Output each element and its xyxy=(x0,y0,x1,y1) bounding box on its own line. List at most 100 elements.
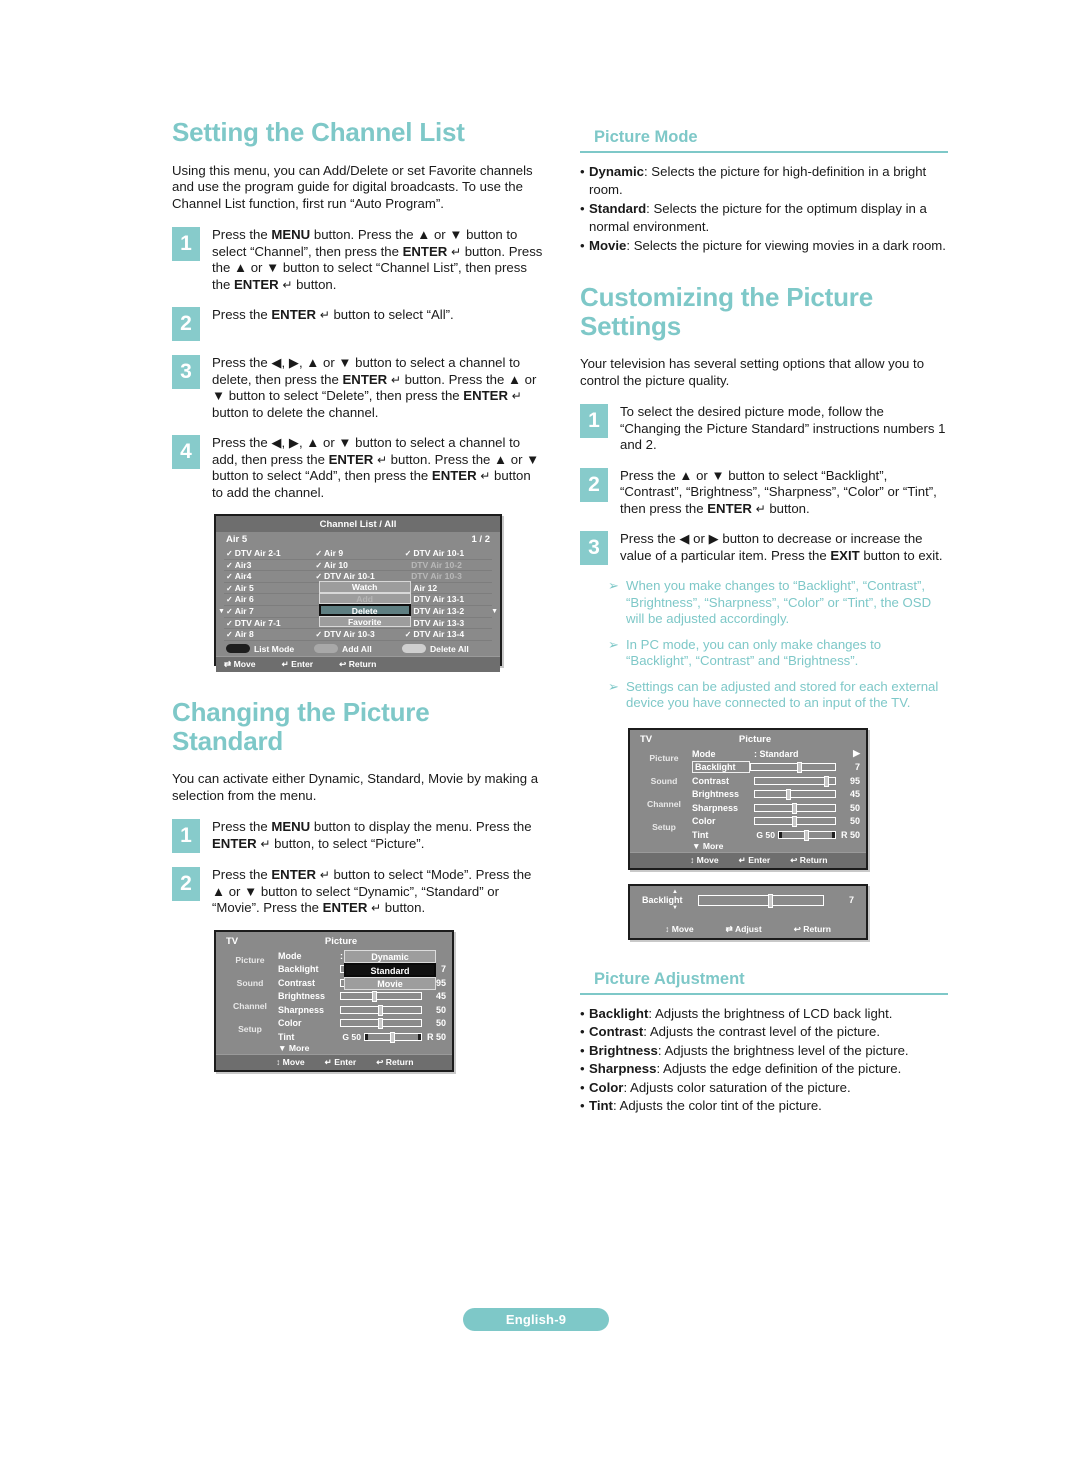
osd-slider[interactable] xyxy=(754,775,836,787)
channel-label: Air 5 xyxy=(234,582,254,593)
osd-row-brightness[interactable]: Brightness 45 xyxy=(278,989,446,1003)
osd-slider-knob[interactable] xyxy=(378,1004,383,1016)
osd-slider-knob[interactable] xyxy=(824,775,829,787)
osd-row-prefix: G 50 xyxy=(756,829,775,840)
channel-row[interactable]: ✓DTV Air 13-2 xyxy=(402,606,492,618)
definition-item: • Standard: Selects the picture for the o… xyxy=(580,200,948,237)
channel-row[interactable]: ✓ Air3 xyxy=(224,560,314,572)
channel-row[interactable]: DTV Air 10-2 xyxy=(402,560,492,572)
right-column: Picture Mode • Dynamic: Selects the pictu… xyxy=(580,128,948,1116)
osd-row-brightness[interactable]: Brightness 45 xyxy=(692,787,860,801)
up-arrow-icon: ▲ xyxy=(672,889,678,896)
osd-slider-knob[interactable] xyxy=(796,762,802,774)
context-menu-item-add[interactable]: Add xyxy=(318,592,411,605)
osd-slider[interactable] xyxy=(750,762,836,774)
channel-row[interactable]: ✓ Air 8 xyxy=(224,629,314,641)
osd-sidebar-item-sound[interactable]: Sound xyxy=(222,972,278,995)
osd-slider[interactable] xyxy=(754,802,836,814)
channel-row[interactable]: ✓ Air 9 xyxy=(313,548,403,560)
channel-label: Air 10 xyxy=(324,559,348,570)
context-menu-item-favorite[interactable]: Favorite xyxy=(318,615,411,628)
mode-dropdown-popup[interactable]: Dynamic Standard Movie xyxy=(344,949,436,991)
color-key-delete-all[interactable]: Delete All xyxy=(401,644,490,654)
osd-sidebar-item-setup[interactable]: Setup xyxy=(636,816,692,839)
osd-slider-knob[interactable] xyxy=(786,789,792,801)
osd-row-backlight[interactable]: Backlight 7 xyxy=(692,760,860,774)
osd-row-contrast[interactable]: Contrast 95 xyxy=(692,774,860,788)
osd-sidebar-item-sound[interactable]: Sound xyxy=(636,770,692,793)
channel-row[interactable]: ✓Air 12 xyxy=(402,583,492,595)
channel-row[interactable]: ✓ Air 7 xyxy=(224,606,314,618)
definition-term: Backlight xyxy=(589,1005,649,1021)
osd-row-tint[interactable]: Tint G 50 R 50 xyxy=(692,828,860,842)
osd-slider[interactable] xyxy=(340,991,422,1003)
context-menu-item-delete[interactable]: Delete xyxy=(318,604,411,616)
page-title-changing-picture-standard: Changing the Picture Standard xyxy=(172,697,430,756)
osd-row-value: 50 xyxy=(435,1018,446,1029)
channel-row[interactable]: ✓DTV Air 13-1 xyxy=(402,594,492,607)
mode-option-standard[interactable]: Standard xyxy=(344,963,436,977)
channel-row[interactable]: ✓ Air 10 xyxy=(313,559,403,572)
osd-sidebar-item-channel[interactable]: Channel xyxy=(636,793,692,816)
osd-row-mode[interactable]: Mode: Standard ▶ xyxy=(692,747,860,761)
heading-rule-2 xyxy=(580,992,948,995)
channel-row[interactable]: ✓ DTV Air 10-3 xyxy=(313,629,403,641)
step-number-badge: 4 xyxy=(172,435,200,470)
osd-slider[interactable] xyxy=(340,1018,422,1030)
backlight-slider-knob[interactable] xyxy=(767,893,773,908)
osd-sidebar-item-picture[interactable]: Picture xyxy=(222,949,278,972)
channel-row[interactable]: ✓ DTV Air 7-1 xyxy=(224,618,314,630)
osd-slider-knob[interactable] xyxy=(792,802,797,814)
osd-row-sharpness[interactable]: Sharpness 50 xyxy=(278,1003,446,1017)
osd-slider-knob[interactable] xyxy=(390,1031,395,1043)
check-icon: ✓ xyxy=(315,560,323,570)
left-column: Setting the Channel List Using this menu… xyxy=(172,118,544,1072)
picture-menu-osd-graphic-left: TV Picture Picture Sound Channel Setup Mode… xyxy=(214,929,454,1072)
context-menu-item-watch[interactable]: Watch xyxy=(318,581,411,593)
step-number-badge: 3 xyxy=(580,531,608,566)
osd-slider[interactable] xyxy=(754,816,836,828)
osd-sidebar-item-setup[interactable]: Setup xyxy=(222,1018,278,1041)
footer-hint: ↩ Return xyxy=(339,658,377,669)
channel-label: DTV Air 10-3 xyxy=(324,629,375,640)
color-key-pill-icon xyxy=(226,644,250,654)
osd-slider[interactable] xyxy=(340,1004,422,1016)
osd-row-color[interactable]: Color 50 xyxy=(278,1016,446,1030)
mode-option-dynamic[interactable]: Dynamic xyxy=(344,949,436,964)
color-key-list-mode[interactable]: List Mode xyxy=(226,644,314,654)
check-icon: ✓ xyxy=(226,618,233,628)
osd-row-sharpness[interactable]: Sharpness 50 xyxy=(692,801,860,815)
channel-row[interactable]: ✓ Air 5 xyxy=(224,582,314,595)
backlight-slider[interactable] xyxy=(698,893,824,908)
osd-slider-knob[interactable] xyxy=(804,829,809,841)
color-key-add-all[interactable]: Add All xyxy=(313,644,402,654)
channel-row[interactable]: ✓ DTV Air 13-4 xyxy=(402,629,492,641)
channel-row[interactable]: ✓ Air4 xyxy=(224,571,314,583)
channel-row[interactable]: DTV Air 10-3 xyxy=(402,571,492,583)
osd-slider-knob[interactable] xyxy=(378,1018,383,1030)
osd-slider[interactable] xyxy=(778,829,836,841)
osd-row-label: Contrast xyxy=(278,977,316,988)
mode-option-movie[interactable]: Movie xyxy=(344,976,436,991)
osd-slider[interactable] xyxy=(364,1031,422,1043)
note-marker-icon: ➢ xyxy=(608,578,619,594)
channel-row[interactable]: ✓ DTV Air 2-1 xyxy=(224,548,314,560)
osd-sidebar-item-picture[interactable]: Picture xyxy=(636,747,692,770)
channel-row[interactable]: ✓DTV Air 13-3 xyxy=(402,618,492,630)
osd-slider-knob[interactable] xyxy=(372,991,378,1003)
channel-row[interactable]: ✓ DTV Air 10-1 xyxy=(402,548,492,560)
channel-context-menu[interactable]: Watch Add Delete Favorite xyxy=(318,581,411,628)
channel-row[interactable]: ✓ Air 6 xyxy=(224,594,314,607)
osd-sidebar-item-channel[interactable]: Channel xyxy=(222,995,278,1018)
page-number-badge: English-9 xyxy=(463,1308,609,1331)
definition-item: • Dynamic: Selects the picture for high-d… xyxy=(580,163,948,200)
page-title-setting-channel-list: Setting the Channel List xyxy=(172,117,465,147)
osd-row-tint[interactable]: Tint G 50 R 50 xyxy=(278,1030,446,1044)
heading-rule xyxy=(580,150,948,153)
osd-slider-knob[interactable] xyxy=(792,816,797,828)
osd-slider[interactable] xyxy=(754,789,836,801)
definition-term: Sharpness xyxy=(589,1061,657,1077)
note-text: When you make changes to “Backlight”, “C… xyxy=(626,578,932,627)
osd-row-color[interactable]: Color 50 xyxy=(692,814,860,828)
definition-text: Brightness: Adjusts the brightness level… xyxy=(589,1042,909,1058)
